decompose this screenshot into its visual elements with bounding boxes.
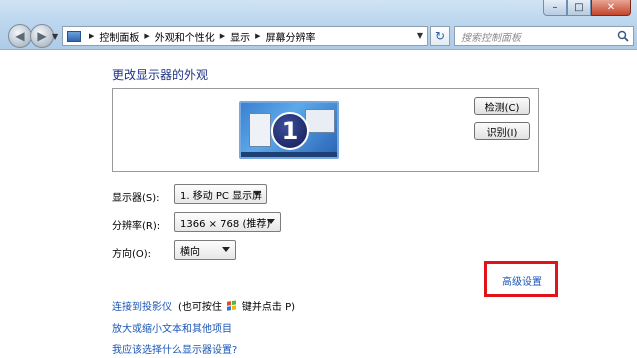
refresh-button[interactable]: ↻	[430, 26, 450, 46]
page-title: 更改显示器的外观	[112, 68, 209, 82]
breadcrumb-screen-resolution[interactable]: 屏幕分辨率	[266, 29, 316, 44]
resolution-select[interactable]: 1366 × 768 (推荐)	[174, 212, 281, 232]
projector-hint-text: (也可按住	[178, 302, 222, 313]
windows-logo-icon	[226, 299, 237, 311]
maximize-button[interactable]: □	[567, 0, 591, 16]
window-thumbnail	[249, 113, 271, 147]
identify-button[interactable]: 识别(I)	[474, 122, 530, 140]
which-settings-link[interactable]: 我应该选择什么显示器设置?	[112, 341, 237, 356]
display-select-value: 1. 移动 PC 显示屏	[180, 190, 263, 202]
recent-pages-dropdown-icon[interactable]: ▼	[52, 32, 58, 41]
back-arrow-icon: ◀	[15, 29, 25, 43]
window-thumbnail	[305, 109, 335, 133]
caption-buttons: – □ ✕	[543, 0, 631, 16]
advanced-settings-link[interactable]: 高级设置	[502, 273, 542, 288]
orientation-label: 方向(O):	[112, 249, 152, 260]
chevron-right-icon[interactable]: ▶	[255, 32, 260, 40]
breadcrumb-display[interactable]: 显示	[230, 29, 250, 44]
control-panel-icon	[67, 30, 81, 42]
forward-arrow-icon: ▶	[37, 29, 47, 43]
address-dropdown-icon[interactable]: ▼	[417, 31, 423, 40]
chevron-right-icon[interactable]: ▶	[144, 32, 149, 40]
refresh-icon: ↻	[434, 29, 446, 43]
title-and-navigation-bar: – □ ✕ ◀ ▶ ▼ ▶ 控制面板 ▶ 外观和个性化 ▶ 显示 ▶ 屏幕分辨率…	[0, 0, 637, 50]
projector-row: 连接到投影仪 (也可按住 键并点击 P)	[112, 298, 295, 313]
projector-hint-text-2: 键并点击 P)	[241, 302, 296, 313]
chevron-right-icon[interactable]: ▶	[89, 32, 94, 40]
monitor-1-thumbnail[interactable]: 1	[239, 101, 339, 159]
taskbar-thumbnail	[241, 152, 337, 157]
search-icon[interactable]	[617, 30, 629, 42]
display-label: 显示器(S):	[112, 193, 160, 204]
which-settings-row: 我应该选择什么显示器设置?	[112, 341, 237, 356]
search-input[interactable]: 搜索控制面板	[454, 26, 634, 46]
orientation-select-value: 横向	[180, 246, 200, 258]
chevron-right-icon[interactable]: ▶	[220, 32, 225, 40]
orientation-select[interactable]: 横向	[174, 240, 236, 260]
resolution-select-value: 1366 × 768 (推荐)	[180, 218, 271, 230]
chevron-down-icon	[222, 247, 230, 252]
text-size-link[interactable]: 放大或缩小文本和其他项目	[112, 320, 232, 335]
display-preview-area: 1 检测(C) 识别(I)	[112, 88, 539, 172]
forward-button[interactable]: ▶	[30, 24, 54, 48]
breadcrumb-appearance[interactable]: 外观和个性化	[155, 29, 215, 44]
resolution-label: 分辨率(R):	[112, 221, 161, 232]
back-button[interactable]: ◀	[8, 24, 32, 48]
text-size-row: 放大或缩小文本和其他项目	[112, 320, 232, 335]
search-placeholder: 搜索控制面板	[461, 32, 521, 44]
minimize-button[interactable]: –	[543, 0, 567, 16]
detect-button[interactable]: 检测(C)	[474, 97, 530, 115]
connect-projector-link[interactable]: 连接到投影仪	[112, 298, 172, 313]
monitor-number-badge: 1	[271, 112, 309, 150]
address-bar[interactable]: ▶ 控制面板 ▶ 外观和个性化 ▶ 显示 ▶ 屏幕分辨率 ▼	[62, 26, 428, 46]
chevron-down-icon	[253, 191, 261, 196]
screen-resolution-window: – □ ✕ ◀ ▶ ▼ ▶ 控制面板 ▶ 外观和个性化 ▶ 显示 ▶ 屏幕分辨率…	[0, 0, 637, 358]
close-button[interactable]: ✕	[591, 0, 631, 16]
display-select[interactable]: 1. 移动 PC 显示屏	[174, 184, 267, 204]
chevron-down-icon	[267, 219, 275, 224]
breadcrumb-control-panel[interactable]: 控制面板	[99, 29, 139, 44]
